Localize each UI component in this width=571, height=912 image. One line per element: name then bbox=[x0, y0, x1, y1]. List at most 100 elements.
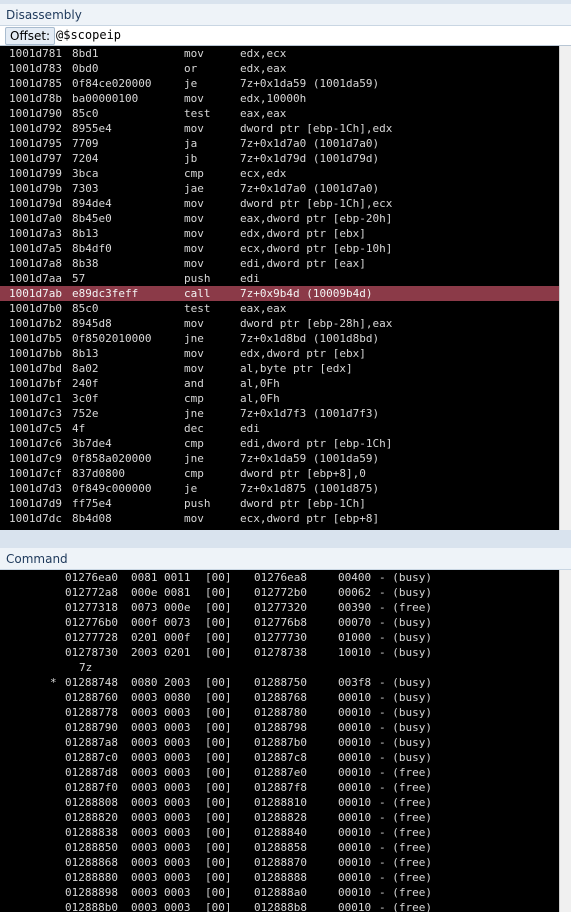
heap-entry-address: 012772a8 bbox=[65, 586, 118, 599]
disassembly-line[interactable]: 1001d7bf 240f and al,0Fh bbox=[0, 376, 559, 391]
heap-entry-state: - (free) bbox=[379, 856, 432, 869]
disassembly-line[interactable]: 1001d7c9 0f858a020000 jne 7z+0x1da59 (1001d… bbox=[0, 451, 559, 466]
heap-entry-size: 0073 bbox=[131, 601, 158, 614]
instruction-operands: al,0Fh bbox=[240, 392, 280, 405]
instruction-mnemonic: jne bbox=[184, 407, 204, 420]
disassembly-line[interactable]: 1001d79d 894de4 mov dword ptr [ebp-1Ch],ecx bbox=[0, 196, 559, 211]
instruction-mnemonic: mov bbox=[184, 122, 204, 135]
instruction-address: 1001d795 bbox=[9, 137, 62, 150]
heap-user-address: 012887f8 bbox=[254, 781, 307, 794]
instruction-mnemonic: jne bbox=[184, 452, 204, 465]
heap-user-address: 01278738 bbox=[254, 646, 307, 659]
disassembly-line[interactable]: 1001d7bd 8a02 mov al,byte ptr [edx] bbox=[0, 361, 559, 376]
disassembly-line[interactable]: 1001d7bb 8b13 mov edx,dword ptr [ebx] bbox=[0, 346, 559, 361]
heap-entry-prev-size: 0011 bbox=[164, 571, 191, 584]
heap-entry-size: 0003 bbox=[131, 841, 158, 854]
disassembly-line[interactable]: 1001d797 7204 jb 7z+0x1d79d (1001d79d) bbox=[0, 151, 559, 166]
disassembly-pane-title: Disassembly bbox=[0, 4, 571, 26]
disassembly-line[interactable]: 1001d78b ba00000100 mov edx,10000h bbox=[0, 91, 559, 106]
offset-input[interactable] bbox=[56, 27, 561, 43]
disassembly-line[interactable]: 1001d7b0 85c0 test eax,eax bbox=[0, 301, 559, 316]
instruction-operands: 7z+0x1d79d (1001d79d) bbox=[240, 152, 380, 165]
instruction-address: 1001d79b bbox=[9, 182, 62, 195]
disassembly-line[interactable]: 1001d7a8 8b38 mov edi,dword ptr [eax] bbox=[0, 256, 559, 271]
heap-user-size: 00010 bbox=[338, 751, 372, 764]
disassembly-line[interactable]: 1001d783 0bd0 or edx,eax bbox=[0, 61, 559, 76]
instruction-mnemonic: mov bbox=[184, 512, 204, 525]
disassembly-line[interactable]: 1001d7b5 0f8502010000 jne 7z+0x1d8bd (1001d… bbox=[0, 331, 559, 346]
disassembly-line[interactable]: 1001d7c5 4f dec edi bbox=[0, 421, 559, 436]
instruction-bytes: 4f bbox=[72, 422, 86, 435]
disassembly-line[interactable]: 1001d7a0 8b45e0 mov eax,dword ptr [ebp-20h] bbox=[0, 211, 559, 226]
heap-entry-line: 01278730 2003 0201 [00] 01278738 10010 - (busy… bbox=[0, 645, 559, 660]
heap-user-size: 003f8 bbox=[338, 676, 372, 689]
heap-entry-flags: [00] bbox=[205, 766, 232, 779]
instruction-mnemonic: and bbox=[184, 377, 204, 390]
instruction-address: 1001d7a0 bbox=[9, 212, 62, 225]
instruction-bytes: 0f858a020000 bbox=[72, 452, 152, 465]
instruction-mnemonic: test bbox=[184, 107, 211, 120]
disassembly-line[interactable]: 1001d7d3 0f849c000000 je 7z+0x1d875 (1001d8… bbox=[0, 481, 559, 496]
disassembly-line[interactable]: 1001d799 3bca cmp ecx,edx bbox=[0, 166, 559, 181]
heap-entry-state: - (free) bbox=[379, 766, 432, 779]
disassembly-line[interactable]: 1001d790 85c0 test eax,eax bbox=[0, 106, 559, 121]
heap-entry-flags: [00] bbox=[205, 901, 232, 912]
instruction-address: 1001d7d9 bbox=[9, 497, 62, 510]
heap-user-address: 012887b0 bbox=[254, 736, 307, 749]
instruction-operands: edi,dword ptr [eax] bbox=[240, 257, 366, 270]
disassembly-line[interactable]: 1001d7c6 3b7de4 cmp edi,dword ptr [ebp-1Ch] bbox=[0, 436, 559, 451]
disassembly-line-current[interactable]: 1001d7ab e89dc3feff call 7z+0x9b4d (10009b4… bbox=[0, 286, 559, 301]
heap-entry-prev-size: 0003 bbox=[164, 721, 191, 734]
heap-entry-address: 012887d8 bbox=[65, 766, 118, 779]
instruction-mnemonic: test bbox=[184, 302, 211, 315]
heap-user-address: 01276ea8 bbox=[254, 571, 307, 584]
disassembly-line[interactable]: 1001d7aa 57 push edi bbox=[0, 271, 559, 286]
pane-splitter[interactable] bbox=[0, 530, 571, 548]
heap-entry-size: 0003 bbox=[131, 811, 158, 824]
heap-entry-prev-size: 0003 bbox=[164, 766, 191, 779]
disassembly-line[interactable]: 1001d7c1 3c0f cmp al,0Fh bbox=[0, 391, 559, 406]
instruction-address: 1001d7c9 bbox=[9, 452, 62, 465]
instruction-mnemonic: push bbox=[184, 272, 211, 285]
heap-entry-line: 012887a8 0003 0003 [00] 012887b0 00010 - (busy… bbox=[0, 735, 559, 750]
instruction-bytes: 837d0800 bbox=[72, 467, 125, 480]
disassembly-line[interactable]: 1001d7d9 ff75e4 push dword ptr [ebp-1Ch] bbox=[0, 496, 559, 511]
disassembly-line[interactable]: 1001d795 7709 ja 7z+0x1d7a0 (1001d7a0) bbox=[0, 136, 559, 151]
heap-entry-line: 012776b0 000f 0073 [00] 012776b8 00070 - (busy… bbox=[0, 615, 559, 630]
disassembly-line[interactable]: 1001d7cf 837d0800 cmp dword ptr [ebp+8],0 bbox=[0, 466, 559, 481]
heap-entry-prev-size: 0003 bbox=[164, 901, 191, 912]
disassembly-line[interactable]: 1001d7c3 752e jne 7z+0x1d7f3 (1001d7f3) bbox=[0, 406, 559, 421]
instruction-address: 1001d7c3 bbox=[9, 407, 62, 420]
instruction-mnemonic: je bbox=[184, 77, 198, 90]
instruction-bytes: ba00000100 bbox=[72, 92, 139, 105]
disassembly-listing[interactable]: 1001d781 8bd1 mov edx,ecx 1001d783 0bd0 or edx,… bbox=[0, 46, 559, 530]
disassembly-scrollbar[interactable] bbox=[559, 46, 571, 530]
instruction-bytes: e89dc3feff bbox=[72, 287, 139, 300]
heap-entry-line: 01277728 0201 000f [00] 01277730 01000 - (busy… bbox=[0, 630, 559, 645]
heap-entry-flags: [00] bbox=[205, 586, 232, 599]
instruction-address: 1001d7c1 bbox=[9, 392, 62, 405]
disassembly-line[interactable]: 1001d781 8bd1 mov edx,ecx bbox=[0, 46, 559, 61]
disassembly-line[interactable]: 1001d7b2 8945d8 mov dword ptr [ebp-28h],eax bbox=[0, 316, 559, 331]
heap-entry-line: 01288850 0003 0003 [00] 01288858 00010 - (free… bbox=[0, 840, 559, 855]
heap-entry-prev-size: 2003 bbox=[164, 676, 191, 689]
offset-button[interactable]: Offset: bbox=[5, 27, 56, 45]
heap-user-size: 00400 bbox=[338, 571, 372, 584]
offset-bar: Offset: bbox=[0, 26, 571, 46]
heap-user-size: 00062 bbox=[338, 586, 372, 599]
command-scrollbar[interactable] bbox=[559, 570, 571, 912]
disassembly-line[interactable]: 1001d7a3 8b13 mov edx,dword ptr [ebx] bbox=[0, 226, 559, 241]
disassembly-line[interactable]: 1001d7a5 8b4df0 mov ecx,dword ptr [ebp-10h] bbox=[0, 241, 559, 256]
heap-entry-flags: [00] bbox=[205, 856, 232, 869]
disassembly-line[interactable]: 1001d79b 7303 jae 7z+0x1d7a0 (1001d7a0) bbox=[0, 181, 559, 196]
heap-user-size: 00010 bbox=[338, 736, 372, 749]
disassembly-line[interactable]: 1001d792 8955e4 mov dword ptr [ebp-1Ch],edx bbox=[0, 121, 559, 136]
instruction-bytes: 0f849c000000 bbox=[72, 482, 152, 495]
command-output[interactable]: 01276ea0 0081 0011 [00] 01276ea8 00400 - (busy… bbox=[0, 570, 559, 912]
disassembly-line[interactable]: 1001d7dc 8b4d08 mov ecx,dword ptr [ebp+8] bbox=[0, 511, 559, 526]
instruction-bytes: 8b13 bbox=[72, 347, 99, 360]
heap-entry-prev-size: 0003 bbox=[164, 871, 191, 884]
disassembly-line[interactable]: 1001d785 0f84ce020000 je 7z+0x1da59 (1001da… bbox=[0, 76, 559, 91]
instruction-bytes: 894de4 bbox=[72, 197, 112, 210]
instruction-address: 1001d7a3 bbox=[9, 227, 62, 240]
